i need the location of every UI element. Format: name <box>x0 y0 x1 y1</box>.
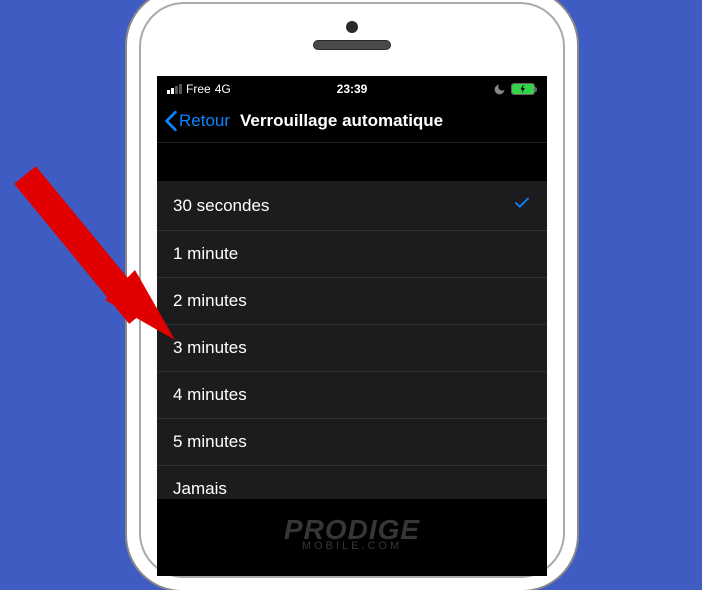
status-right <box>493 83 537 96</box>
status-bar: Free 4G 23:39 <box>157 76 547 102</box>
phone-frame: Free 4G 23:39 <box>127 0 577 590</box>
option-never[interactable]: Jamais <box>157 466 547 499</box>
watermark: PRODIGE MOBILE.COM <box>284 517 420 552</box>
option-label: 1 minute <box>173 244 238 264</box>
page-title: Verrouillage automatique <box>240 111 443 131</box>
battery-icon <box>511 83 537 95</box>
speaker-grille <box>313 40 391 50</box>
carrier-label: Free <box>186 82 211 96</box>
option-4-minutes[interactable]: 4 minutes <box>157 372 547 419</box>
option-30-seconds[interactable]: 30 secondes <box>157 181 547 231</box>
option-label: 30 secondes <box>173 196 269 216</box>
option-5-minutes[interactable]: 5 minutes <box>157 419 547 466</box>
do-not-disturb-icon <box>493 83 506 96</box>
status-left: Free 4G <box>167 82 231 96</box>
back-chevron-icon[interactable] <box>163 110 179 132</box>
option-1-minute[interactable]: 1 minute <box>157 231 547 278</box>
option-label: 2 minutes <box>173 291 247 311</box>
option-label: 4 minutes <box>173 385 247 405</box>
option-3-minutes[interactable]: 3 minutes <box>157 325 547 372</box>
option-label: 5 minutes <box>173 432 247 452</box>
phone-bezel: Free 4G 23:39 <box>139 2 565 578</box>
back-button[interactable]: Retour <box>179 111 230 131</box>
network-label: 4G <box>215 82 231 96</box>
options-list: 30 secondes 1 minute 2 minutes 3 minutes <box>157 181 547 499</box>
camera-dot <box>346 21 358 33</box>
screen: Free 4G 23:39 <box>157 76 547 576</box>
option-label: 3 minutes <box>173 338 247 358</box>
nav-bar: Retour Verrouillage automatique <box>157 102 547 143</box>
section-gap <box>157 143 547 181</box>
option-2-minutes[interactable]: 2 minutes <box>157 278 547 325</box>
checkmark-icon <box>513 194 531 217</box>
clock: 23:39 <box>337 82 368 96</box>
option-label: Jamais <box>173 479 227 499</box>
signal-icon <box>167 84 182 94</box>
